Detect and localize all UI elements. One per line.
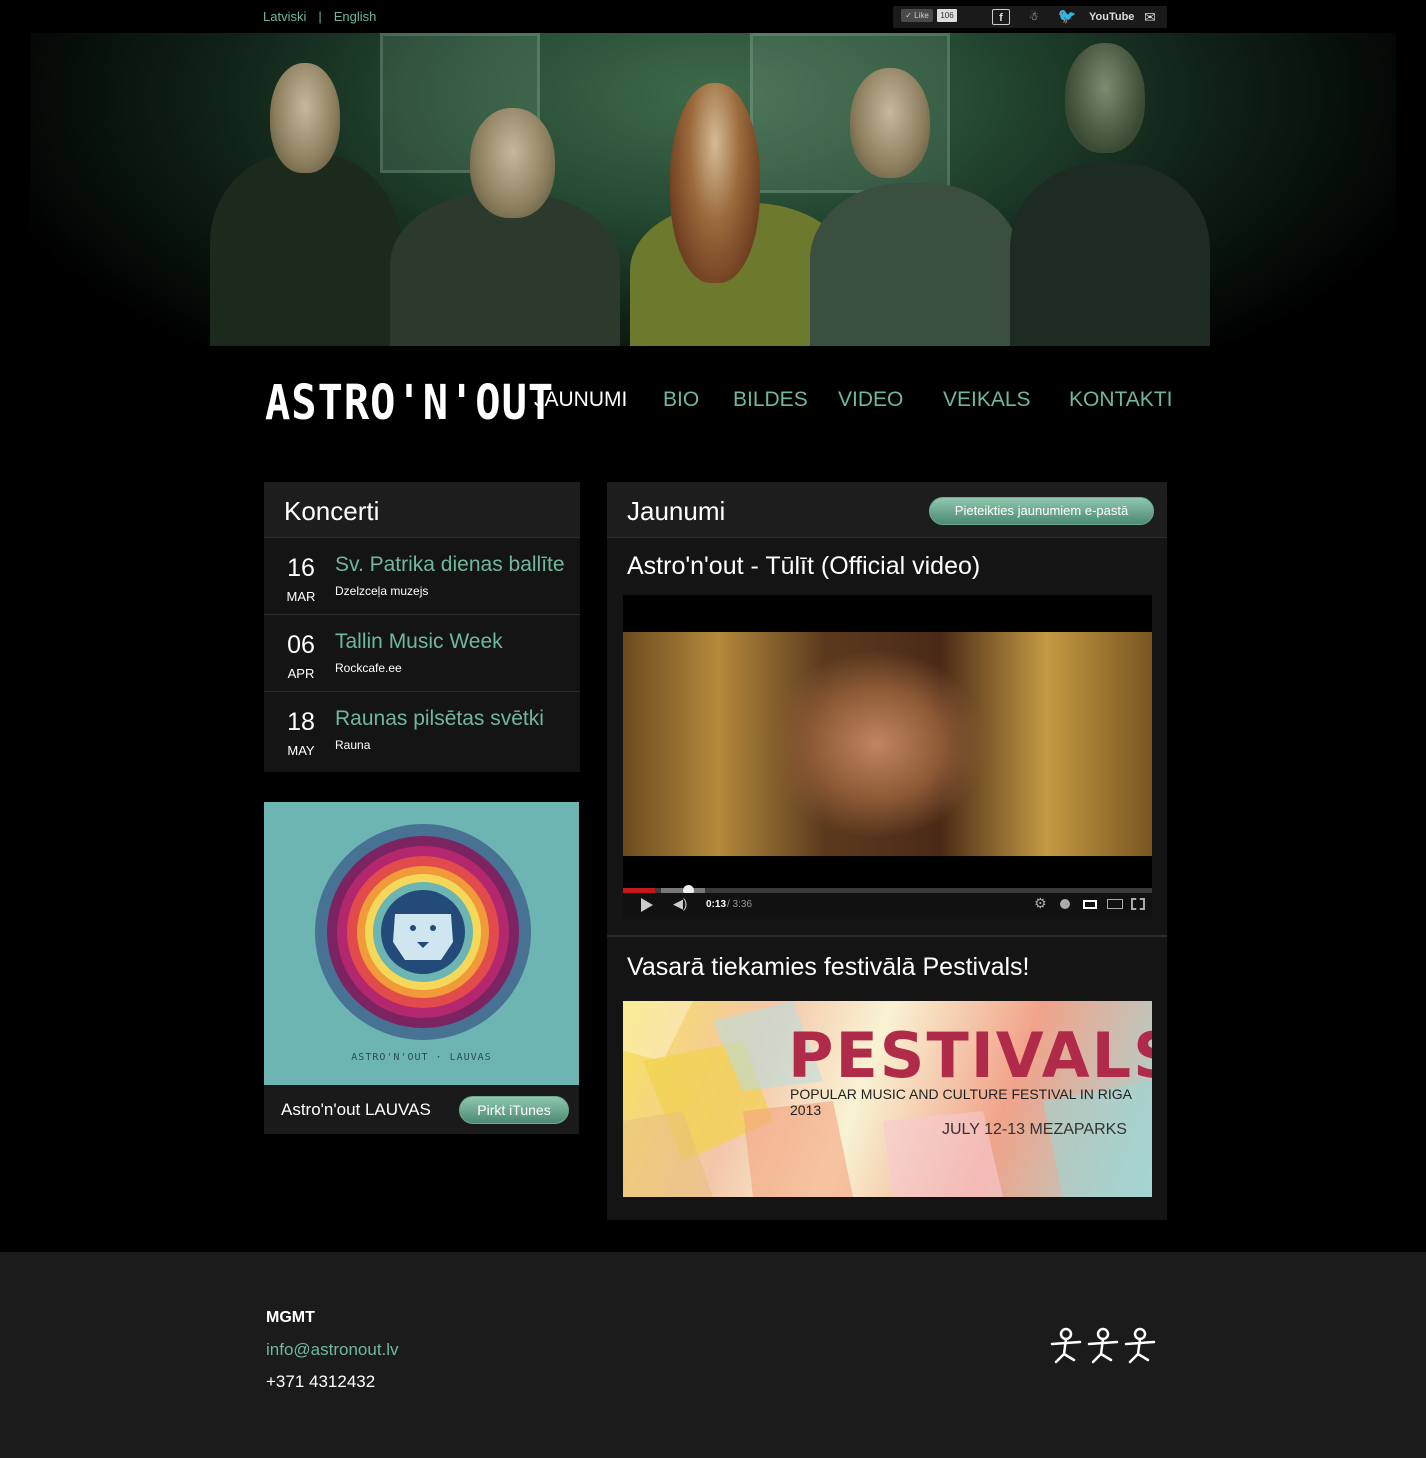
post-title[interactable]: Vasarā tiekamies festivālā Pestivals! xyxy=(627,953,1029,982)
social-bar: ✓ Like 106 f ☃ 🐦 YouTube ✉ xyxy=(893,6,1167,28)
concert-month: MAR xyxy=(286,589,316,604)
festival-date: JULY 12-13 MEZAPARKS xyxy=(942,1121,1127,1138)
concert-day: 06 xyxy=(287,631,315,659)
settings-icon[interactable]: ⚙ xyxy=(1034,895,1047,912)
hero-band-photo xyxy=(30,33,1396,346)
large-player-icon[interactable] xyxy=(1107,899,1123,909)
festival-banner[interactable]: PESTIVALS POPULAR MUSIC AND CULTURE FEST… xyxy=(623,1001,1152,1197)
like-count: 106 xyxy=(937,9,957,22)
nav-jaunumi[interactable]: JAUNUMI xyxy=(534,388,627,412)
buy-itunes-button[interactable]: Pirkt iTunes xyxy=(459,1096,569,1124)
concert-place: Dzelzceļa muzejs xyxy=(335,584,429,598)
concert-item[interactable]: 16 MAR Sv. Patrika dienas ballīte Dzelzc… xyxy=(264,539,580,615)
album-cover[interactable]: ASTRO'N'OUT · LAUVAS xyxy=(264,802,579,1085)
video-player[interactable]: ◀) 0:13 / 3:36 ⚙ xyxy=(623,595,1152,919)
language-switcher: Latviski | English xyxy=(263,9,376,24)
footer-phone: +371 4312432 xyxy=(266,1372,376,1391)
footer: MGMT info@astronout.lv +371 4312432 xyxy=(0,1252,1426,1458)
lang-english-link[interactable]: English xyxy=(334,9,377,24)
lang-latvian-link[interactable]: Latviski xyxy=(263,9,306,24)
festival-logo: PESTIVALS xyxy=(788,1019,1152,1092)
small-player-icon[interactable] xyxy=(1083,900,1097,909)
youtube-icon[interactable]: YouTube xyxy=(1089,9,1134,25)
post-title[interactable]: Astro'n'out - Tūlīt (Official video) xyxy=(627,552,980,581)
concerts-panel: Koncerti 16 MAR Sv. Patrika dienas ballī… xyxy=(264,482,580,772)
volume-icon[interactable]: ◀) xyxy=(673,896,687,912)
email-icon[interactable]: ✉ xyxy=(1141,9,1159,25)
nav-veikals[interactable]: VEIKALS xyxy=(943,388,1031,412)
twitter-icon[interactable]: 🐦 xyxy=(1056,9,1078,25)
nav-kontakti[interactable]: KONTAKTI xyxy=(1069,388,1172,412)
concert-month: APR xyxy=(287,666,315,681)
draugiem-icon[interactable]: ☃ xyxy=(1024,9,1044,25)
video-duration: / 3:36 xyxy=(727,899,753,910)
footer-email-link[interactable]: info@astronout.lv xyxy=(266,1340,399,1360)
concert-title[interactable]: Sv. Patrika dienas ballīte xyxy=(335,553,565,577)
nav-bildes[interactable]: BILDES xyxy=(733,388,808,412)
video-frame[interactable] xyxy=(623,632,1152,856)
concert-place: Rauna xyxy=(335,738,371,752)
nav-bio[interactable]: BIO xyxy=(663,388,699,412)
album-bar: Astro'n'out LAUVAS Pirkt iTunes xyxy=(264,1085,579,1134)
concert-day: 18 xyxy=(287,708,315,736)
concerts-title: Koncerti xyxy=(284,496,380,526)
info-icon[interactable] xyxy=(1060,899,1070,909)
festival-subtitle: POPULAR MUSIC AND CULTURE FESTIVAL IN RI… xyxy=(790,1086,1132,1118)
concert-title[interactable]: Tallin Music Week xyxy=(335,630,503,654)
footer-figures-logo xyxy=(1050,1327,1156,1364)
concert-title[interactable]: Raunas pilsētas svētki xyxy=(335,707,544,731)
album-cover-text: ASTRO'N'OUT · LAUVAS xyxy=(351,1052,492,1063)
fullscreen-icon[interactable] xyxy=(1131,898,1145,910)
site-logo[interactable]: ASTRO'N'OUT xyxy=(265,374,554,430)
subscribe-button[interactable]: Pieteikties jaunumiem e-pastā xyxy=(929,497,1154,525)
facebook-like-button[interactable]: ✓ Like xyxy=(901,9,933,22)
album-name: Astro'n'out LAUVAS xyxy=(281,1100,431,1119)
footer-mgmt-label: MGMT xyxy=(266,1309,315,1326)
concert-month: MAY xyxy=(287,743,315,758)
news-title: Jaunumi xyxy=(627,496,726,526)
video-current-time: 0:13 xyxy=(706,899,727,910)
top-bar: Latviski | English ✓ Like 106 f ☃ 🐦 YouTub… xyxy=(0,0,1426,33)
facebook-icon[interactable]: f xyxy=(992,9,1010,25)
video-controls: ◀) 0:13 / 3:36 ⚙ xyxy=(623,893,1152,919)
lang-separator: | xyxy=(318,9,322,24)
concert-item[interactable]: 18 MAY Raunas pilsētas svētki Rauna xyxy=(264,693,580,769)
play-icon[interactable] xyxy=(641,898,653,912)
album-artwork xyxy=(315,824,531,1040)
concert-day: 16 xyxy=(287,554,315,582)
nav-video[interactable]: VIDEO xyxy=(838,388,903,412)
concert-place: Rockcafe.ee xyxy=(335,661,402,675)
concert-item[interactable]: 06 APR Tallin Music Week Rockcafe.ee xyxy=(264,616,580,692)
post-divider xyxy=(607,935,1167,937)
